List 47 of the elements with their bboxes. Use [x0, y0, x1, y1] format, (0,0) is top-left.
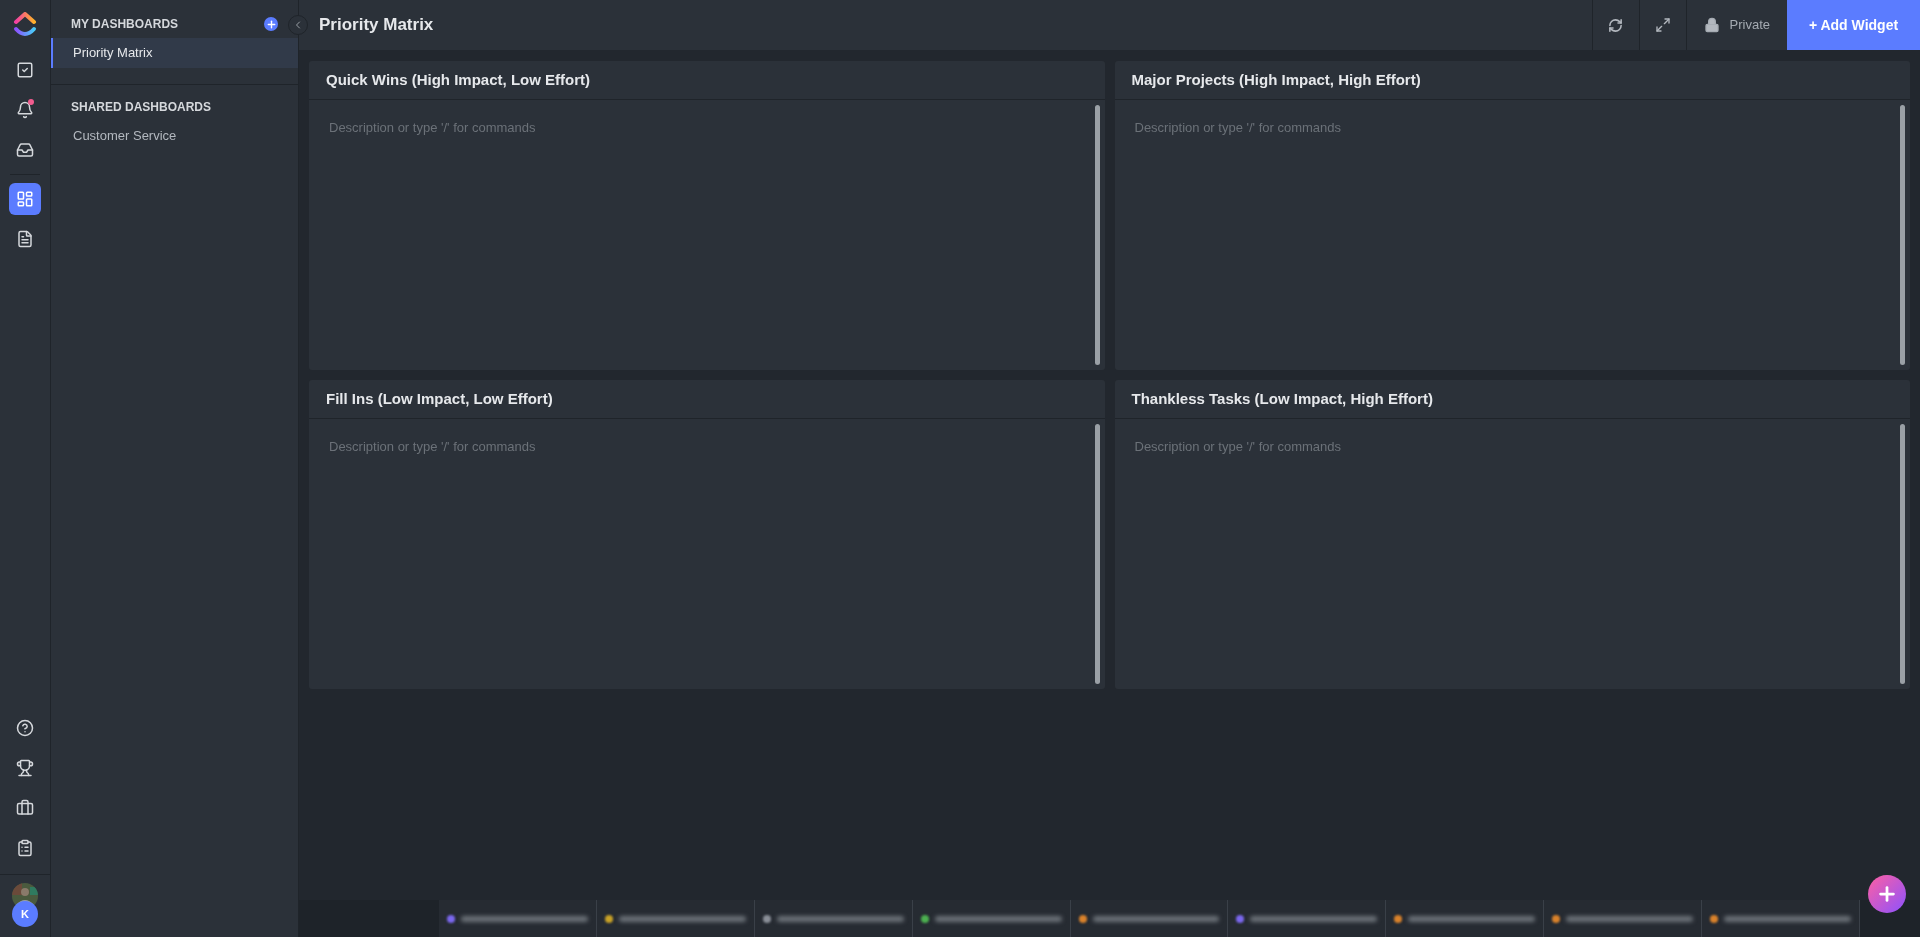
clipboard-icon — [16, 839, 34, 857]
widget-title: Fill Ins (Low Impact, Low Effort) — [326, 388, 553, 409]
minimized-task-tab[interactable] — [754, 900, 913, 937]
dashboard-icon — [16, 190, 34, 208]
briefcase-icon — [16, 799, 34, 817]
collapse-button[interactable] — [288, 15, 308, 35]
quick-create-button[interactable] — [1868, 875, 1906, 913]
page-title: Priority Matrix — [318, 14, 435, 37]
minimized-task-tab[interactable] — [596, 900, 755, 937]
description-field[interactable]: Description or type '/' for commands — [1114, 423, 1900, 685]
plus-icon — [265, 18, 277, 30]
section-heading: MY DASHBOARDS — [71, 16, 179, 33]
minimized-task-tab[interactable] — [1386, 900, 1545, 937]
minimized-task-tab[interactable] — [1544, 900, 1703, 937]
minimized-task-tab[interactable] — [1070, 900, 1229, 937]
scrollbar[interactable] — [1094, 105, 1100, 365]
widget-title: Major Projects (High Impact, High Effort) — [1131, 69, 1421, 90]
scrollbar[interactable] — [1900, 105, 1905, 365]
dashboard-item[interactable]: Priority Matrix — [51, 38, 298, 68]
dashboard-button[interactable] — [9, 183, 41, 215]
bell-icon — [16, 101, 34, 119]
minimized-task-tab[interactable] — [1702, 900, 1860, 937]
lock-icon — [1703, 17, 1720, 33]
description-field[interactable]: Description or type '/' for commands — [309, 423, 1095, 685]
add-widget-button[interactable]: + Add Widget — [1787, 0, 1920, 50]
description-field[interactable]: Description or type '/' for commands — [1114, 104, 1900, 366]
dashboard-item[interactable]: Customer Service — [51, 121, 298, 151]
logo-icon[interactable] — [13, 12, 37, 38]
description-field[interactable]: Description or type '/' for commands — [309, 104, 1095, 366]
minimized-task-tab[interactable] — [439, 900, 597, 937]
trophy-icon — [16, 759, 34, 777]
scrollbar[interactable] — [1900, 424, 1905, 684]
widget-title: Quick Wins (High Impact, Low Effort) — [326, 69, 591, 90]
minimized-task-tab[interactable] — [1228, 900, 1387, 937]
user-avatar[interactable]: K — [12, 901, 38, 927]
add-dashboard-button[interactable] — [264, 17, 278, 31]
document-icon — [16, 230, 34, 248]
help-icon — [16, 719, 34, 737]
scrollbar[interactable] — [1094, 424, 1100, 684]
plus-icon — [1876, 883, 1898, 905]
tasks-icon — [16, 61, 34, 79]
widget-title: Thankless Tasks (Low Impact, High Effort) — [1131, 388, 1433, 409]
expand-icon — [1654, 17, 1671, 33]
section-heading: SHARED DASHBOARDS — [71, 99, 211, 116]
refresh-icon — [1608, 17, 1624, 33]
minimized-task-tab[interactable] — [912, 900, 1071, 937]
inbox-icon — [16, 141, 34, 159]
